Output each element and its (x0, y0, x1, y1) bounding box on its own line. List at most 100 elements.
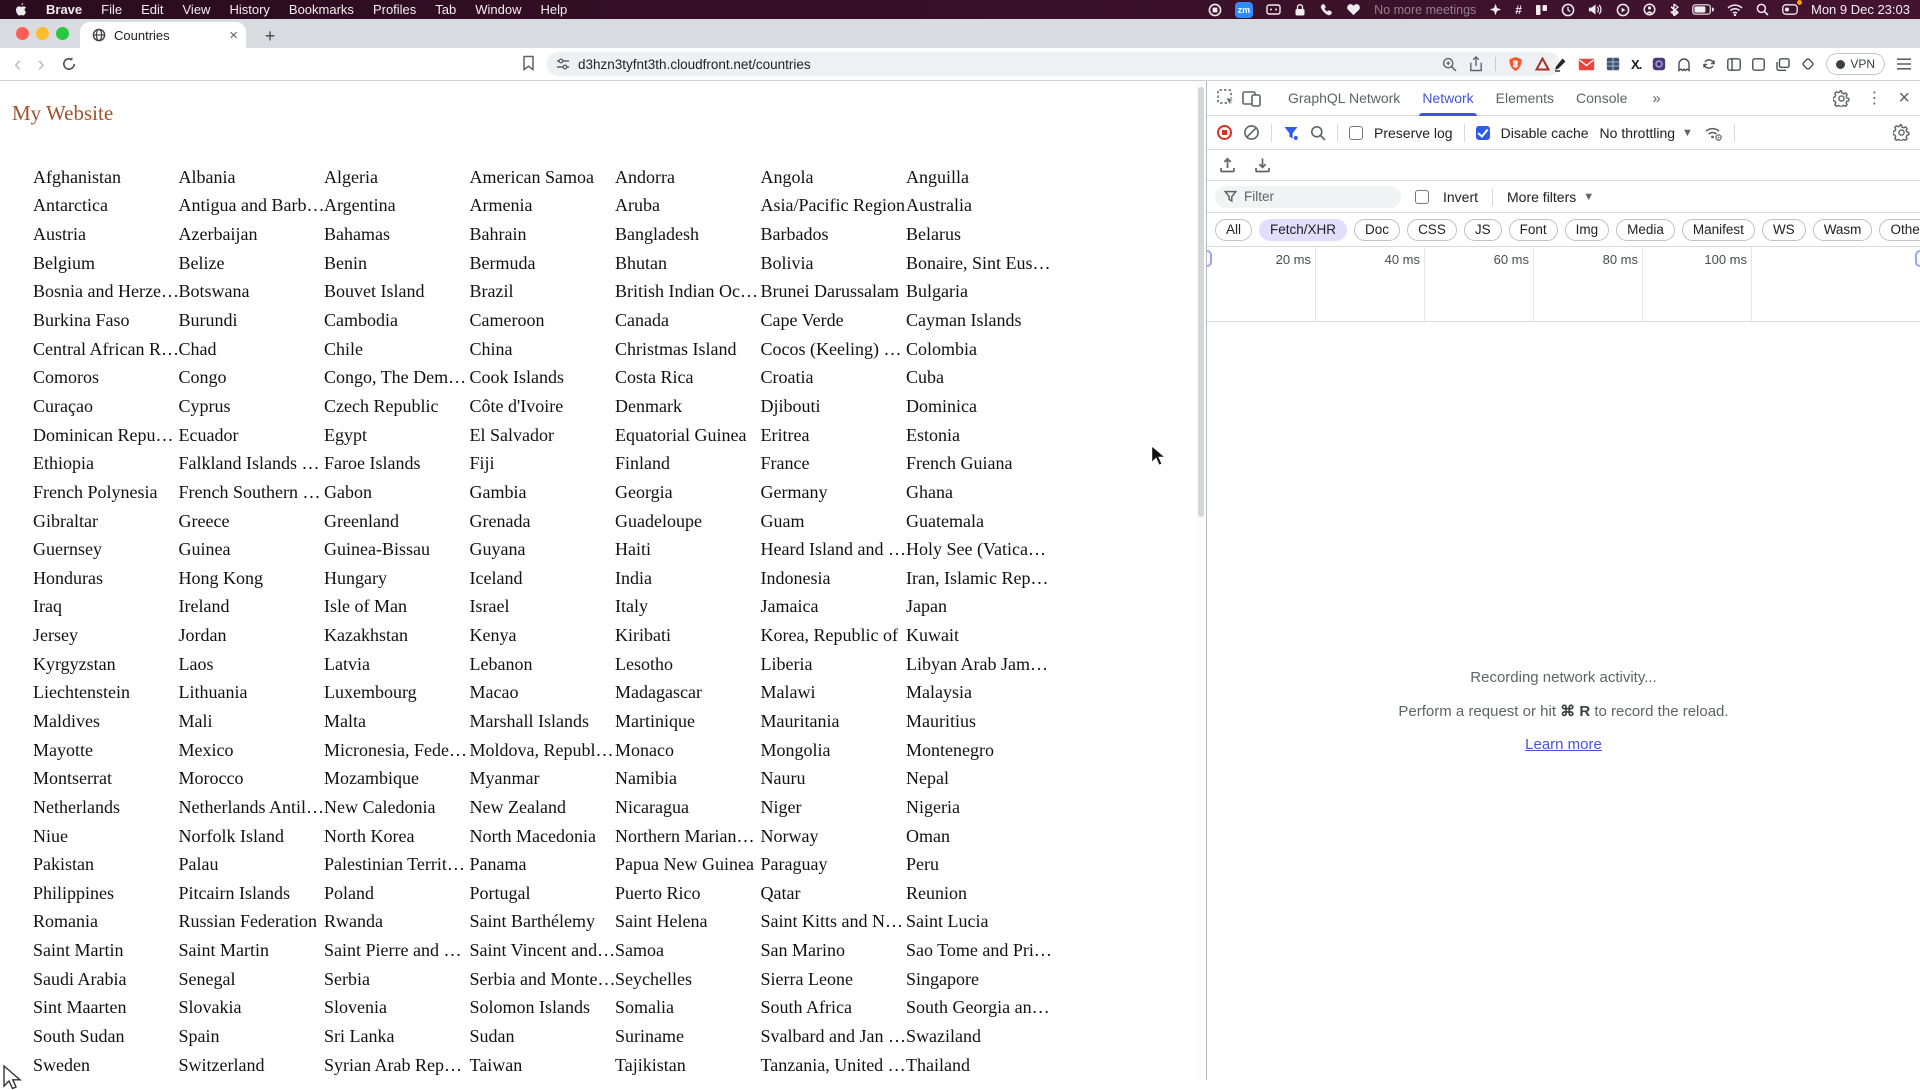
record-network-log-button[interactable] (1217, 125, 1232, 140)
spotlight-search-icon[interactable] (1756, 2, 1769, 18)
copy-tabs-extension-icon[interactable] (1776, 57, 1791, 71)
network-filter-input-wrap[interactable] (1215, 185, 1401, 208)
url-bar[interactable]: d3hzn3tyfnt3th.cloudfront.net/countries (546, 52, 1560, 76)
clear-network-log-icon[interactable] (1243, 124, 1260, 141)
share-icon[interactable] (1469, 56, 1483, 72)
learn-more-link[interactable]: Learn more (1525, 736, 1602, 753)
menubar-item-tab[interactable]: Tab (435, 2, 456, 17)
menubar-item-file[interactable]: File (101, 2, 122, 17)
devtools-kebab-menu-icon[interactable]: ⋮ (1866, 88, 1882, 108)
hash-app-icon[interactable]: # (1515, 2, 1522, 18)
network-overview-timeline[interactable]: 20 ms 40 ms 60 ms 80 ms 100 ms (1207, 247, 1920, 322)
devtools-tab-graphql-network[interactable]: GraphQL Network (1277, 81, 1411, 116)
table-extension-icon[interactable] (1606, 57, 1620, 71)
brave-shields-icon[interactable] (1508, 56, 1523, 72)
control-center-icon[interactable] (1782, 0, 1802, 18)
devtools-close-icon[interactable]: × (1898, 88, 1910, 108)
clock-app-icon[interactable] (1561, 2, 1575, 18)
network-filter-input[interactable] (1244, 189, 1374, 204)
devtools-tab-network[interactable]: Network (1411, 81, 1484, 116)
more-filters-dropdown[interactable]: More filters ▼ (1507, 189, 1594, 205)
mail-extension-icon[interactable] (1578, 58, 1595, 71)
forward-button[interactable]: › (37, 53, 44, 75)
new-tab-button[interactable]: + (258, 24, 282, 48)
request-filter-wasm[interactable]: Wasm (1812, 218, 1873, 241)
request-filter-font[interactable]: Font (1508, 218, 1558, 241)
search-network-icon[interactable] (1310, 125, 1326, 141)
more-tabs-icon[interactable]: » (1644, 90, 1670, 107)
network-settings-gear-icon[interactable] (1893, 124, 1910, 141)
devtools-tab-console[interactable]: Console (1565, 81, 1638, 116)
page-scrollbar[interactable] (1196, 81, 1206, 1080)
tab-countries[interactable]: Countries × (80, 22, 246, 48)
window-tiles-icon[interactable] (1535, 2, 1548, 18)
lock-status-icon[interactable] (1294, 2, 1306, 18)
request-filter-all[interactable]: All (1215, 218, 1253, 241)
bookmark-icon[interactable] (522, 55, 535, 71)
preserve-log-checkbox[interactable] (1349, 125, 1363, 140)
import-har-icon[interactable] (1219, 157, 1236, 173)
menubar-item-history[interactable]: History (229, 2, 269, 17)
apple-menu-icon[interactable] (14, 2, 27, 18)
volume-icon[interactable] (1588, 2, 1603, 18)
device-toolbar-icon[interactable] (1242, 90, 1261, 107)
ghost-wallet-extension-icon[interactable] (1677, 57, 1691, 72)
menubar-item-profiles[interactable]: Profiles (373, 2, 416, 17)
devtools-settings-gear-icon[interactable] (1833, 89, 1850, 107)
disable-cache-label[interactable]: Disable cache (1501, 125, 1589, 141)
inspect-element-icon[interactable] (1217, 89, 1236, 107)
purple-app-extension-icon[interactable] (1652, 57, 1666, 71)
diamond-extension-icon[interactable] (1801, 57, 1815, 71)
wifi-icon[interactable] (1727, 2, 1743, 18)
screen-record-status-icon[interactable] (1208, 2, 1222, 18)
request-filter-other[interactable]: Other (1879, 218, 1920, 241)
battery-icon[interactable] (1692, 2, 1714, 18)
invert-filter-checkbox[interactable] (1415, 189, 1429, 204)
url-text[interactable]: d3hzn3tyfnt3th.cloudfront.net/countries (578, 57, 811, 72)
keyboard-app-icon[interactable] (1266, 2, 1281, 18)
page-scrollbar-thumb[interactable] (1198, 87, 1204, 517)
request-filter-js[interactable]: JS (1463, 218, 1502, 241)
timeline-right-handle[interactable] (1915, 250, 1920, 267)
window-extension-icon[interactable] (1752, 57, 1766, 71)
x-extension-icon[interactable]: X. (1631, 57, 1642, 72)
flip-extension-icon[interactable] (1702, 57, 1716, 71)
export-har-icon[interactable] (1254, 157, 1271, 173)
window-close-button[interactable] (16, 27, 29, 40)
invert-filter-label[interactable]: Invert (1443, 189, 1478, 205)
menubar-clock[interactable]: Mon 9 Dec 23:03 (1811, 2, 1910, 17)
preserve-log-label[interactable]: Preserve log (1374, 125, 1453, 141)
play-circle-icon[interactable] (1616, 2, 1630, 18)
throttling-dropdown[interactable]: No throttling ▼ (1600, 125, 1693, 141)
highlighter-extension-icon[interactable] (1553, 57, 1567, 72)
zoom-page-icon[interactable] (1442, 57, 1457, 72)
menubar-item-edit[interactable]: Edit (141, 2, 163, 17)
site-settings-tune-icon[interactable] (556, 57, 570, 71)
filter-toggle-icon[interactable] (1283, 125, 1299, 141)
phone-app-icon[interactable] (1319, 2, 1333, 18)
reload-button[interactable] (61, 56, 77, 72)
back-button[interactable]: ‹ (14, 53, 21, 75)
pointer-app-icon[interactable] (1489, 2, 1502, 18)
heart-app-icon[interactable] (1346, 2, 1361, 18)
notification-bell-icon[interactable] (1643, 2, 1656, 18)
sidebar-extension-icon[interactable] (1727, 57, 1742, 71)
zoom-app-icon[interactable]: zm (1234, 1, 1254, 18)
menubar-item-help[interactable]: Help (541, 2, 568, 17)
request-filter-manifest[interactable]: Manifest (1681, 218, 1755, 241)
menubar-item-bookmarks[interactable]: Bookmarks (289, 2, 354, 17)
window-zoom-button[interactable] (56, 27, 69, 40)
request-filter-doc[interactable]: Doc (1354, 218, 1401, 241)
meeting-status-text[interactable]: No more meetings (1374, 3, 1476, 17)
tab-close-icon[interactable]: × (229, 28, 238, 43)
brave-vpn-button[interactable]: VPN (1826, 53, 1885, 75)
disable-cache-checkbox[interactable] (1475, 125, 1490, 140)
devtools-tab-elements[interactable]: Elements (1485, 81, 1565, 116)
request-filter-img[interactable]: Img (1564, 218, 1610, 241)
window-minimize-button[interactable] (36, 27, 49, 40)
browser-menu-hamburger-icon[interactable] (1896, 58, 1912, 70)
bluetooth-icon[interactable] (1669, 2, 1679, 18)
brave-rewards-icon[interactable] (1535, 57, 1550, 71)
network-conditions-icon[interactable] (1704, 125, 1723, 141)
request-filter-fetch-xhr[interactable]: Fetch/XHR (1259, 218, 1348, 241)
